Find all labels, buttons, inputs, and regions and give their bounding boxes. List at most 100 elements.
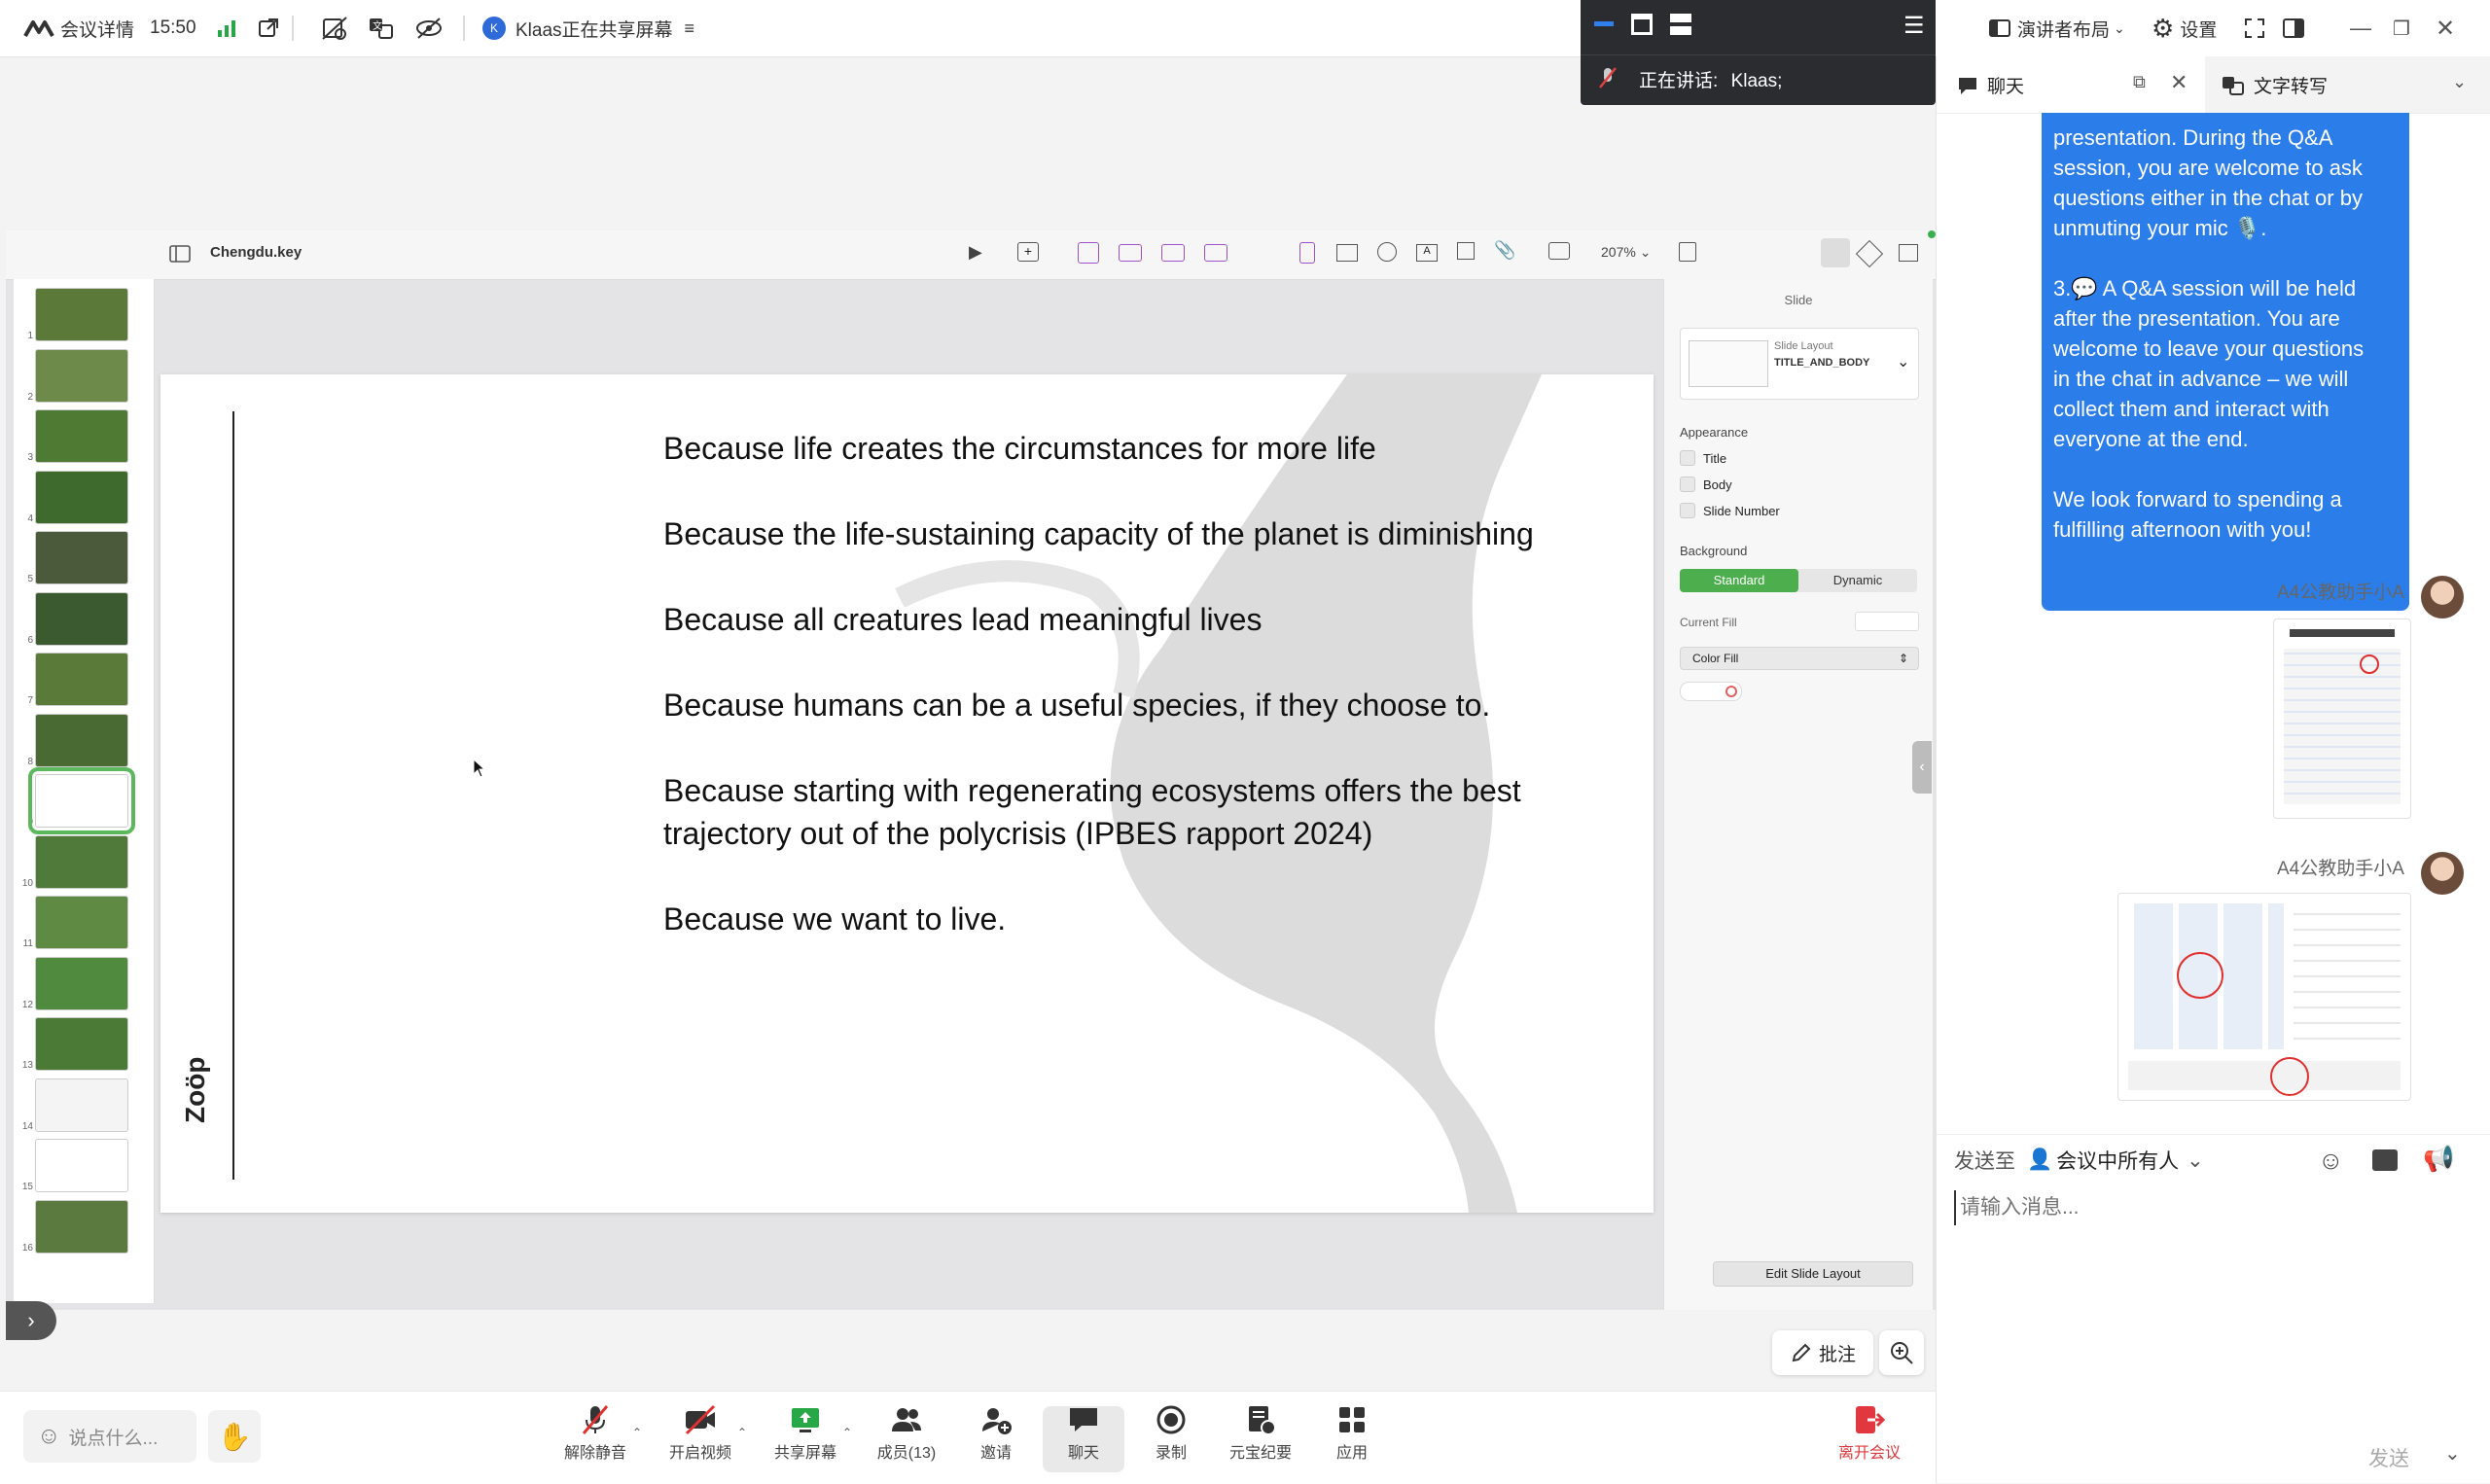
presenter-layout-button[interactable]: 演讲者布局 ⌄ — [1988, 0, 2125, 56]
body-checkbox[interactable]: Body — [1680, 477, 1732, 492]
chat-image-apps[interactable] — [2117, 893, 2411, 1101]
slide-thumbnail[interactable] — [35, 713, 128, 767]
megaphone-icon[interactable]: 📢 — [2423, 1144, 2454, 1174]
slide-thumbnail[interactable] — [35, 1078, 128, 1132]
fullscreen-icon[interactable] — [2243, 0, 2266, 56]
send-button[interactable]: 发送 — [2368, 1443, 2409, 1472]
record-button[interactable]: 录制 — [1132, 1402, 1210, 1472]
table-insert-icon[interactable] — [1078, 242, 1099, 264]
image-insert-icon[interactable] — [1204, 244, 1227, 262]
slide-thumbnail[interactable] — [35, 409, 128, 463]
slide-thumbnail[interactable] — [35, 1139, 128, 1192]
hide-icon[interactable] — [414, 0, 444, 56]
add-slide-icon[interactable]: + — [1017, 242, 1039, 262]
sidebar-view-icon[interactable] — [169, 244, 191, 264]
zoom-in-button[interactable] — [1879, 1330, 1924, 1375]
slide-thumbnail[interactable] — [35, 470, 128, 524]
slide-thumbnail[interactable] — [35, 591, 128, 646]
meeting-details-button[interactable]: 会议详情 — [23, 0, 134, 56]
clipboard-icon[interactable] — [1299, 242, 1315, 264]
slide-thumbnail[interactable] — [35, 653, 128, 706]
transcript-icon — [2223, 76, 2244, 95]
translate-icon[interactable]: 文 — [368, 0, 395, 56]
dynamic-segment[interactable]: Dynamic — [1798, 569, 1917, 592]
animate-icon[interactable] — [1855, 239, 1884, 268]
chart-icon[interactable] — [1377, 242, 1397, 262]
media-insert-icon[interactable] — [1161, 244, 1185, 262]
emoji-icon[interactable]: ☺ — [2318, 1146, 2344, 1176]
slide-thumbnail[interactable] — [35, 531, 128, 584]
zoop-logo: Zoöp — [180, 1056, 210, 1123]
attachment-icon[interactable]: 📎 — [1494, 240, 1515, 261]
caret-up-icon[interactable]: ⌃ — [632, 1426, 642, 1439]
share-status[interactable]: K Klaas正在共享屏幕 ≡ — [482, 0, 694, 56]
shape-icon[interactable] — [1457, 242, 1475, 260]
slide-thumbnail[interactable] — [28, 767, 135, 834]
chat-button[interactable]: 聊天 — [1045, 1402, 1122, 1472]
current-fill-swatch[interactable] — [1855, 612, 1919, 631]
comment-icon[interactable] — [1548, 242, 1570, 260]
avatar[interactable] — [2421, 852, 2464, 895]
slide-thumbnail[interactable] — [35, 956, 128, 1010]
restore-window-icon[interactable]: ❐ — [2393, 0, 2410, 56]
title-checkbox[interactable]: Title — [1680, 450, 1726, 466]
raise-hand-button[interactable]: ✋ — [208, 1410, 261, 1463]
invite-button[interactable]: 邀请 — [957, 1402, 1035, 1472]
format-brush-icon[interactable] — [1821, 238, 1850, 267]
folder-icon[interactable] — [2372, 1149, 2398, 1171]
slide-number-checkbox[interactable]: Slide Number — [1680, 503, 1780, 518]
external-link-icon[interactable] — [257, 0, 280, 56]
list-view-icon[interactable] — [1670, 14, 1691, 35]
popout-icon[interactable]: ⧉ — [2133, 72, 2146, 92]
chevron-down-icon[interactable]: ⌄ — [2444, 1441, 2461, 1466]
slide-thumbnail[interactable] — [35, 1199, 128, 1254]
minimize-panel-icon[interactable] — [1594, 14, 1614, 33]
expand-panel-button[interactable]: › — [6, 1301, 56, 1340]
chat-image-tutorial[interactable] — [2273, 618, 2411, 819]
annotate-button[interactable]: 批注 — [1772, 1330, 1873, 1375]
text-box-icon[interactable]: A — [1416, 244, 1438, 262]
chart-insert-icon[interactable] — [1119, 244, 1142, 262]
yuanbao-notes-button[interactable]: 元宝纪要 — [1222, 1402, 1299, 1472]
apps-button[interactable]: 应用 — [1313, 1402, 1391, 1472]
quick-reaction-input[interactable]: ☺ 说点什么... — [23, 1410, 196, 1463]
document-icon[interactable] — [1899, 244, 1918, 262]
play-icon[interactable]: ▶ — [969, 242, 982, 263]
no-screenshot-icon[interactable] — [321, 0, 348, 56]
signal-strength-icon[interactable] — [216, 0, 237, 56]
fill-type-select[interactable]: Color Fill ⇕ — [1680, 647, 1919, 670]
caret-up-icon[interactable]: ⌃ — [842, 1426, 852, 1439]
close-window-icon[interactable]: ✕ — [2436, 0, 2455, 56]
slide-thumbnail[interactable] — [35, 896, 128, 949]
slide-thumbnail[interactable] — [35, 1017, 128, 1071]
caret-up-icon[interactable]: ⌃ — [737, 1426, 747, 1439]
close-tab-icon[interactable]: ✕ — [2170, 70, 2188, 95]
slide-thumbnail[interactable] — [35, 288, 128, 341]
chevron-down-icon[interactable]: ⌄ — [2452, 72, 2467, 92]
leave-meeting-button[interactable]: 离开会议 — [1831, 1402, 1908, 1472]
collapse-inspector-button[interactable]: ‹ — [1912, 741, 1932, 794]
window-icon[interactable] — [1631, 14, 1653, 35]
minimize-window-icon[interactable]: — — [2350, 0, 2371, 56]
share-doc-icon[interactable] — [1679, 242, 1696, 262]
share-screen-button[interactable]: 共享屏幕 — [766, 1402, 844, 1472]
members-button[interactable]: 成员(13) — [868, 1402, 945, 1472]
tab-transcript[interactable]: 文字转写 — [2221, 72, 2328, 98]
tab-chat[interactable]: 聊天 — [1956, 72, 2024, 98]
panel-menu-icon[interactable]: ☰ — [1903, 12, 1925, 40]
chat-message-input[interactable] — [1954, 1190, 2477, 1225]
color-well[interactable] — [1680, 682, 1742, 701]
unmute-button[interactable]: 解除静音 — [556, 1402, 634, 1472]
settings-button[interactable]: ⚙ 设置 — [2152, 0, 2217, 56]
table-icon[interactable] — [1336, 244, 1358, 262]
slide-thumbnail[interactable] — [35, 348, 128, 403]
avatar[interactable] — [2421, 576, 2464, 618]
zoom-level[interactable]: 207% ⌄ — [1601, 244, 1651, 261]
slide-thumbnail[interactable] — [35, 834, 128, 889]
slide-layout-selector[interactable]: Slide Layout TITLE_AND_BODY ⌄ — [1680, 328, 1919, 400]
sidebar-toggle-icon[interactable] — [2282, 0, 2305, 56]
start-video-button[interactable]: 开启视频 — [661, 1402, 739, 1472]
edit-slide-layout-button[interactable]: Edit Slide Layout — [1713, 1261, 1913, 1287]
send-to-selector[interactable]: 发送至 👤 会议中所有人 ⌄ — [1954, 1146, 2204, 1175]
standard-segment[interactable]: Standard — [1680, 569, 1798, 592]
